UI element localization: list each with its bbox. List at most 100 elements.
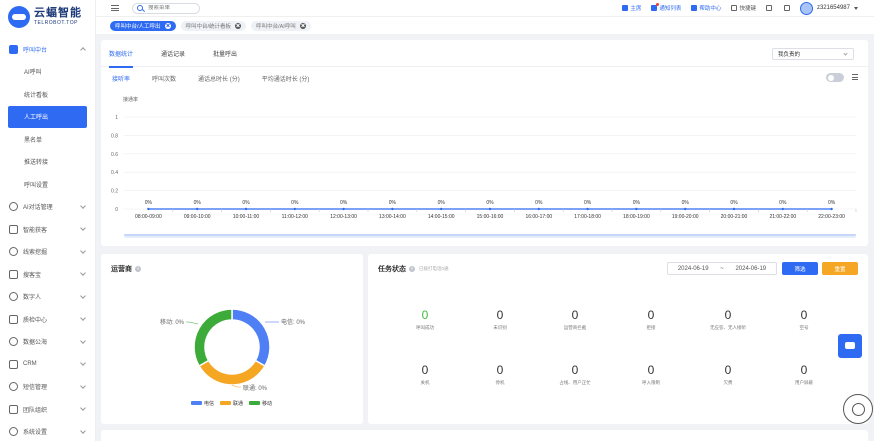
chevron-up-icon xyxy=(80,47,86,53)
username[interactable]: z321654987 xyxy=(817,5,850,11)
sidebar-item-12[interactable]: 质检中心 xyxy=(0,308,95,331)
sidebar-nav: 呼叫中台 AI呼叫 统计看板 人工呼出 黑名单推送转接呼叫设置 AI对话管理智能获客线索挖… xyxy=(0,33,95,441)
settings-icon xyxy=(9,427,18,437)
stat-item: 0 停机 xyxy=(460,363,540,386)
shortcut-button[interactable]: 快捷键 xyxy=(731,4,756,12)
stat-value: 0 xyxy=(647,308,655,322)
sidebar-item-2[interactable]: 统计看板 xyxy=(0,83,95,106)
close-icon[interactable] xyxy=(235,22,242,29)
data-point xyxy=(635,207,638,211)
chevron-down-icon xyxy=(80,405,86,411)
legend-label: 电信 xyxy=(204,400,214,407)
caret-down-icon[interactable] xyxy=(854,6,858,10)
tab-call-records[interactable]: 通话记录 xyxy=(161,40,185,67)
sidebar-item-0[interactable]: 呼叫中台 xyxy=(0,38,95,61)
stat-item: 0 用户屏蔽 xyxy=(764,363,844,386)
close-icon[interactable] xyxy=(299,22,306,29)
page-tab-dashboard[interactable]: 呼叫中台/统计看板 xyxy=(180,20,247,31)
close-icon[interactable] xyxy=(164,22,171,29)
logo[interactable]: 云蝠智能 TELROBOT.TOP xyxy=(0,0,95,33)
sidebar-item-6[interactable]: 呼叫设置 xyxy=(0,173,95,196)
help-circle-icon[interactable]: ? xyxy=(409,266,415,272)
sidebar-item-label: 数字人 xyxy=(23,295,42,302)
metric-tab-total-duration[interactable]: 通话总时长 (分) xyxy=(198,74,240,83)
tab-data-statistics[interactable]: 数据统计 xyxy=(109,40,134,68)
stat-value: 0 xyxy=(421,363,429,377)
sidebar-item-15[interactable]: 短信管理 xyxy=(0,376,95,399)
responsible-select[interactable]: 我负责的 xyxy=(772,48,854,60)
sidebar-item-7[interactable]: AI对话管理 xyxy=(0,196,95,219)
search-input[interactable] xyxy=(148,5,198,11)
date-range-picker[interactable]: 2024-06-19 ~ 2024-06-19 xyxy=(667,262,777,275)
sidebar-item-9[interactable]: 线索挖掘 xyxy=(0,241,95,264)
sidebar-item-label: 搜客宝 xyxy=(23,272,42,279)
data-point xyxy=(781,207,784,211)
collapse-menu-icon[interactable] xyxy=(111,5,119,11)
x-tick-label: 09:00-10:00 xyxy=(184,214,211,220)
stat-item: 0 呼叫成功 xyxy=(385,308,465,331)
help-center-button[interactable]: 帮助中心 xyxy=(691,4,721,12)
x-tick-label: 11:00-12:00 xyxy=(282,214,309,220)
sidebar-item-label: 智能获客 xyxy=(23,227,48,234)
sidebar-item-3[interactable]: 人工呼出 xyxy=(8,105,87,128)
data-label: 0% xyxy=(633,200,641,206)
sidebar-item-17[interactable]: 系统设置 xyxy=(0,421,95,441)
person-icon xyxy=(9,292,18,302)
stat-item: 0 空号 xyxy=(764,308,844,331)
layout-button[interactable] xyxy=(765,5,774,11)
data-label: 0% xyxy=(584,200,592,206)
sidebar-item-13[interactable]: 数据公海 xyxy=(0,331,95,354)
metric-tab-avg-duration[interactable]: 平均通话时长 (分) xyxy=(262,74,310,83)
data-label: 0% xyxy=(291,200,299,206)
sidebar-item-11[interactable]: 数字人 xyxy=(0,286,95,309)
notification-button[interactable]: 通知列表 xyxy=(651,3,681,12)
sidebar-item-label: 质检中心 xyxy=(23,317,48,324)
data-point xyxy=(440,207,443,211)
metric-tab-answer-rate[interactable]: 接听率 xyxy=(112,74,130,83)
chevron-down-icon xyxy=(80,427,86,434)
reset-button[interactable]: 重置 xyxy=(822,262,858,275)
y-axis-label: 接通率 xyxy=(123,96,138,103)
avatar[interactable] xyxy=(799,1,813,15)
sidebar-item-16[interactable]: 团队组织 xyxy=(0,398,95,421)
date-start[interactable]: 2024-06-19 xyxy=(678,266,709,272)
page-tab-manual-call[interactable]: 呼叫中台/人工呼出 xyxy=(110,20,176,31)
sidebar-item-8[interactable]: 智能获客 xyxy=(0,218,95,241)
data-label: 0% xyxy=(340,200,348,206)
data-point xyxy=(391,207,394,211)
sidebar-item-4[interactable]: 黑名单 xyxy=(0,128,95,151)
sidebar-item-14[interactable]: CRM xyxy=(0,353,95,376)
fullscreen-button[interactable] xyxy=(783,5,792,11)
metric-tab-call-count[interactable]: 呼叫次数 xyxy=(152,74,176,83)
chat-float-button[interactable] xyxy=(838,334,862,358)
stat-label: 呼叫成功 xyxy=(416,325,434,330)
stat-item: 0 未识别 xyxy=(460,308,540,331)
x-tick-label: 19:00-20:00 xyxy=(672,214,699,220)
chart-toggle[interactable] xyxy=(826,73,844,82)
operator-donut-chart: 电信: 0% 移动: 0% 联通: 0% 电信 联通 移动 xyxy=(160,308,306,407)
search-box[interactable] xyxy=(132,2,200,14)
sidebar: 云蝠智能 TELROBOT.TOP 呼叫中台 AI呼叫 统计看板 人工呼出 黑名单推送转… xyxy=(0,0,96,441)
stat-label: 运营商拦截 xyxy=(563,325,587,330)
stat-value: 0 xyxy=(496,363,504,377)
team-icon xyxy=(9,404,18,414)
filter-button[interactable]: 筛选 xyxy=(782,262,818,275)
sidebar-item-10[interactable]: 搜客宝 xyxy=(0,263,95,286)
tab-batch-call[interactable]: 批量呼出 xyxy=(213,40,237,67)
answer-rate-chart: 接通率 0 0.2 0.4 0.6 0.8 1 0% 08:00-09:00 0% 09:00-10… xyxy=(111,96,857,238)
stat-label: 空号 xyxy=(799,325,809,330)
sidebar-item-1[interactable]: AI呼叫 xyxy=(0,61,95,84)
mining-icon xyxy=(9,247,18,257)
customer-service-icon[interactable] xyxy=(843,394,873,424)
sidebar-item-label: 推送转接 xyxy=(24,160,49,167)
page-tab-ai-call[interactable]: 呼叫中台/AI呼叫 xyxy=(251,20,311,31)
sidebar-item-5[interactable]: 推送转接 xyxy=(0,151,95,174)
stat-item: 0 呼入限制 xyxy=(611,363,691,386)
date-end[interactable]: 2024-06-19 xyxy=(735,266,766,272)
sort-icon[interactable] xyxy=(852,74,858,80)
y-tick-label: 0.8 xyxy=(111,133,118,139)
refresh-button[interactable]: 主席 xyxy=(622,4,641,12)
data-label: 0% xyxy=(535,200,543,206)
data-label: 0% xyxy=(194,200,202,206)
data-label: 0% xyxy=(730,200,738,206)
